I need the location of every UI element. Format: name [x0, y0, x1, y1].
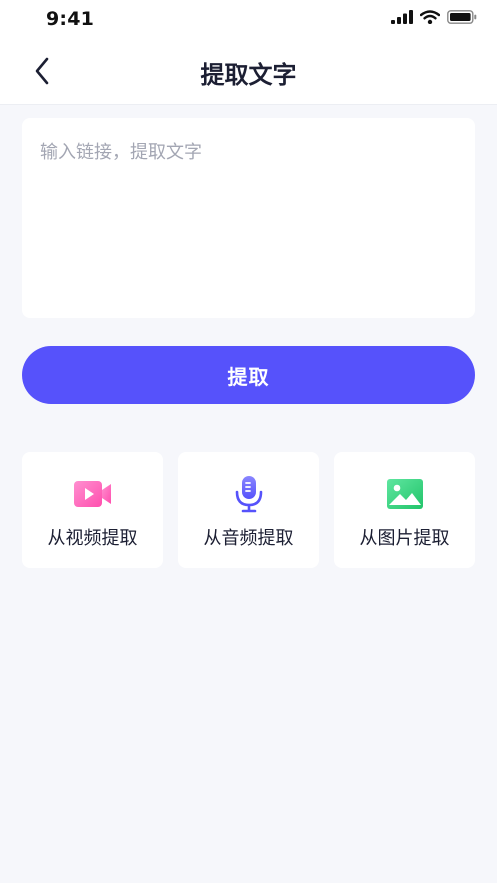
option-label: 从图片提取 — [359, 528, 450, 549]
cellular-signal-icon — [391, 10, 413, 24]
image-icon — [385, 476, 425, 512]
extract-button[interactable]: 提取 — [22, 346, 475, 404]
option-label: 从音频提取 — [203, 528, 294, 549]
option-video[interactable]: 从视频提取 — [22, 452, 163, 568]
extract-options: 从视频提取 从音频提取 从图片提取 — [22, 452, 475, 568]
app-header: 9:41 提取文字 — [0, 0, 497, 105]
video-camera-icon — [73, 476, 113, 512]
microphone-icon — [229, 476, 269, 513]
option-label: 从视频提取 — [47, 528, 138, 549]
status-time: 9:41 — [46, 8, 95, 30]
link-input[interactable] — [22, 118, 475, 318]
wifi-icon — [420, 10, 440, 24]
option-audio[interactable]: 从音频提取 — [178, 452, 319, 568]
option-image[interactable]: 从图片提取 — [334, 452, 475, 568]
page-title: 提取文字 — [200, 61, 297, 89]
battery-icon — [447, 10, 477, 24]
status-icons — [391, 10, 477, 24]
